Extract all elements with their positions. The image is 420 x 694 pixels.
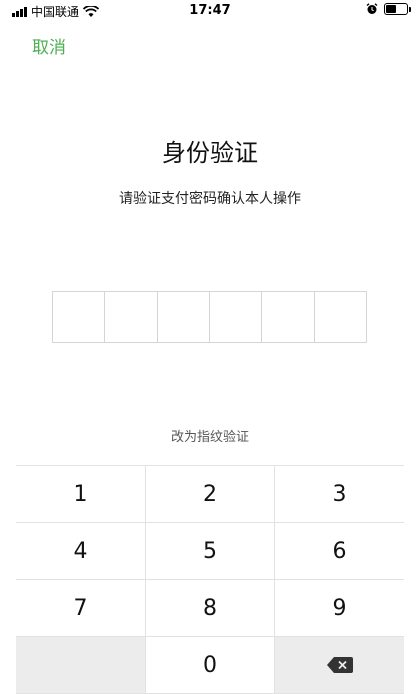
delete-icon — [326, 657, 353, 673]
pin-digit-box[interactable] — [53, 292, 106, 342]
number-keypad: 1 2 3 4 5 6 7 8 9 0 — [16, 465, 404, 694]
key-5[interactable]: 5 — [145, 523, 275, 580]
page-title: 身份验证 — [162, 139, 258, 167]
key-2[interactable]: 2 — [145, 466, 275, 523]
key-0[interactable]: 0 — [145, 637, 275, 694]
pin-digit-box[interactable] — [158, 292, 210, 342]
key-1[interactable]: 1 — [16, 466, 145, 523]
key-3[interactable]: 3 — [275, 466, 404, 523]
key-7[interactable]: 7 — [16, 580, 145, 637]
pin-input[interactable] — [52, 291, 367, 343]
delete-key[interactable] — [275, 637, 404, 694]
pin-digit-box[interactable] — [210, 292, 263, 342]
alarm-icon — [366, 3, 378, 14]
battery-icon — [384, 3, 411, 15]
key-4[interactable]: 4 — [16, 523, 145, 580]
key-8[interactable]: 8 — [145, 580, 275, 637]
key-blank — [16, 637, 145, 694]
switch-to-fingerprint-link[interactable]: 改为指纹验证 — [0, 426, 420, 445]
cancel-button[interactable]: 取消 — [32, 33, 66, 58]
status-right — [366, 3, 411, 15]
key-9[interactable]: 9 — [275, 580, 404, 637]
page-subtitle: 请验证支付密码确认本人操作 — [119, 191, 301, 207]
pin-digit-box[interactable] — [315, 292, 366, 342]
pin-digit-box[interactable] — [105, 292, 158, 342]
battery-fill — [386, 5, 396, 13]
status-time: 17:47 — [189, 3, 231, 18]
status-bar: 中国联通 17:47 — [0, 0, 420, 22]
pin-digit-box[interactable] — [262, 292, 315, 342]
key-6[interactable]: 6 — [275, 523, 404, 580]
